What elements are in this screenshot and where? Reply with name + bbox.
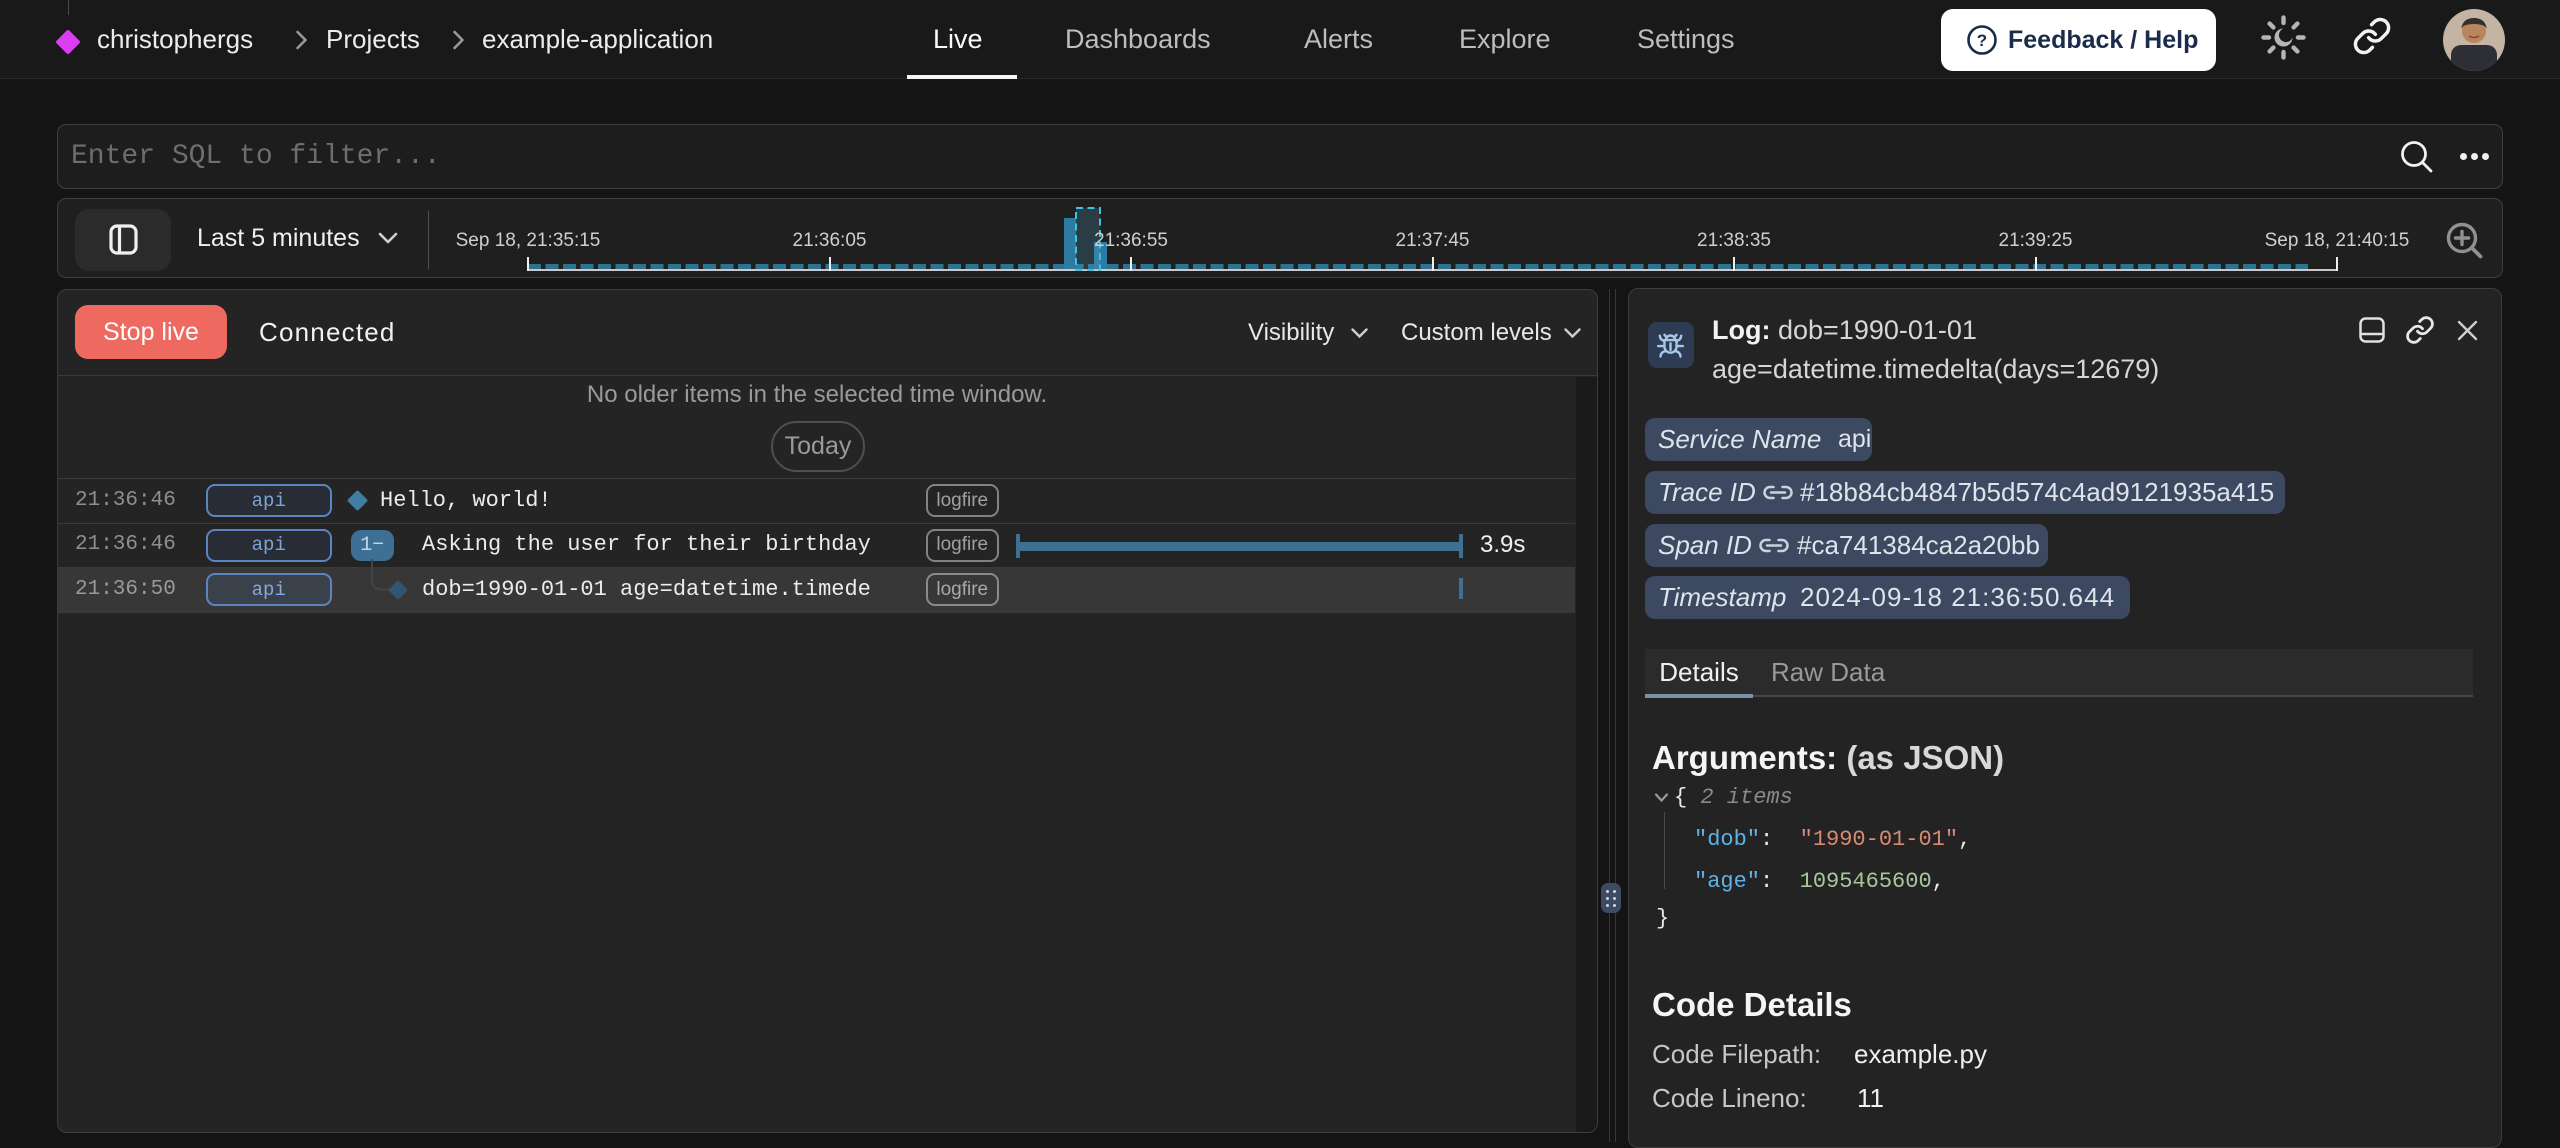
svg-text:?: ? [1977,31,1987,50]
